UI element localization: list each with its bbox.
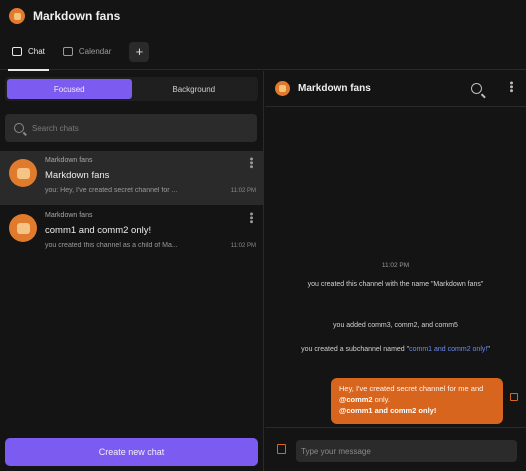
chat-list-panel: Focused Background Markdown fans Markdow… (0, 71, 264, 471)
calendar-icon (62, 47, 73, 56)
system-message: you created this channel with the name "… (307, 281, 484, 288)
chat-avatar (9, 214, 37, 242)
system-message: you added comm3, comm2, and comm5 (333, 322, 458, 329)
message-timestamp: 11:02 PM (381, 262, 410, 269)
message-composer (265, 427, 526, 471)
message-input[interactable] (296, 440, 517, 462)
mention[interactable]: @comm2 (339, 395, 373, 404)
title-bar: Markdown fans (0, 0, 526, 32)
tab-chat-label: Chat (28, 47, 45, 56)
chat-search (5, 114, 257, 142)
conversation-panel: Markdown fans ••• 11:02 PM you created t… (265, 71, 526, 471)
chat-preview: you: Hey, I've created secret channel fo… (45, 187, 178, 194)
app-logo-icon (9, 8, 25, 24)
chat-avatar (9, 159, 37, 187)
subchannel-link[interactable]: comm1 and comm2 only! (409, 346, 487, 353)
chat-time: 11:02 PM (230, 188, 256, 194)
more-options-icon[interactable]: ••• (245, 212, 257, 224)
channel-avatar-icon (275, 81, 290, 96)
chat-name: Markdown fans (45, 170, 110, 181)
create-chat-button[interactable]: Create new chat (5, 438, 258, 466)
chat-name: comm1 and comm2 only! (45, 225, 152, 236)
chat-list-item[interactable]: Markdown fans comm1 and comm2 only! you … (0, 206, 264, 260)
search-icon[interactable] (471, 83, 482, 94)
attach-icon[interactable] (277, 444, 286, 454)
more-options-icon[interactable]: ••• (245, 157, 257, 169)
tab-chat[interactable]: Chat (8, 34, 49, 71)
message-bubble[interactable]: Hey, I've created secret channel for me … (331, 378, 503, 424)
background-toggle-button[interactable]: Background (132, 79, 257, 99)
message-text: Hey, I've created secret channel for me … (339, 384, 484, 393)
tab-calendar-label: Calendar (78, 47, 112, 56)
chat-group-name: Markdown fans (45, 157, 93, 164)
focused-toggle-button[interactable]: Focused (7, 79, 132, 99)
message-status-icon (510, 393, 518, 401)
system-message: you created a subchannel named "comm1 an… (285, 344, 506, 355)
chat-bubble-icon (12, 47, 22, 56)
chat-time: 11:02 PM (230, 243, 256, 249)
subchannel-text: you created a subchannel named " (301, 346, 410, 353)
app-title: Markdown fans (33, 9, 121, 23)
focus-toggle: Focused Background (5, 77, 258, 101)
message-text: only. (372, 395, 390, 404)
chat-group-name: Markdown fans (45, 212, 93, 219)
tab-calendar[interactable]: Calendar (59, 34, 115, 70)
subchannel-suffix: " (487, 346, 490, 353)
chat-list-item[interactable]: Markdown fans Markdown fans you: Hey, I'… (0, 151, 264, 205)
add-tab-button[interactable]: + (129, 41, 150, 62)
message-bold-line: @comm1 and comm2 only! (339, 406, 437, 415)
search-icon (14, 123, 24, 133)
chat-preview: you created this channel as a child of M… (45, 242, 178, 249)
conversation-title: Markdown fans (298, 83, 371, 94)
conversation-header: Markdown fans ••• (265, 71, 526, 107)
search-input[interactable] (32, 123, 232, 133)
tab-bar: Chat Calendar + (0, 34, 526, 71)
more-options-icon[interactable]: ••• (505, 81, 517, 93)
